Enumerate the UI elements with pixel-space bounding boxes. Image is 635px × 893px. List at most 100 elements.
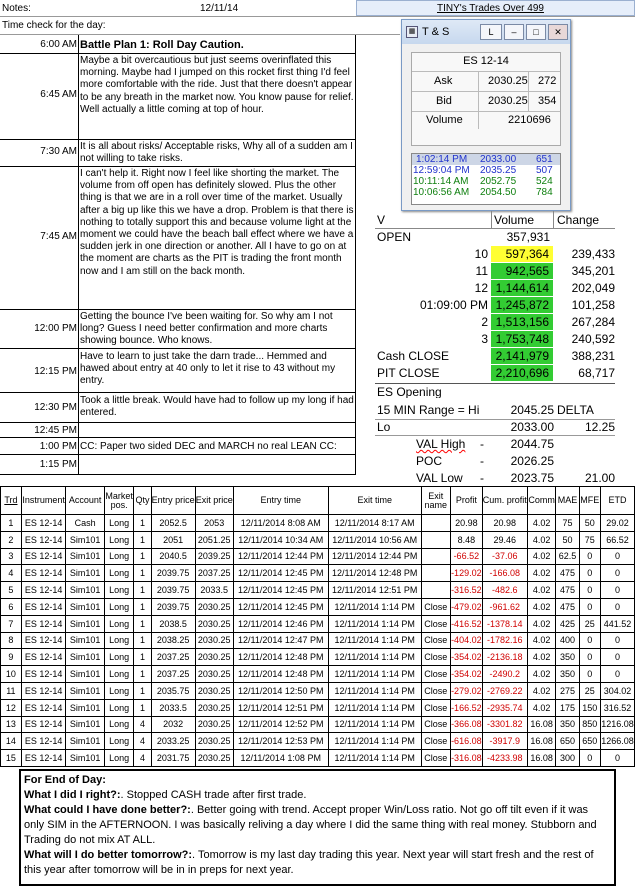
table-cell: ES 12-14 [20,547,67,566]
table-cell: ES 12-14 [20,530,67,549]
col-header[interactable]: Entry price [150,486,196,515]
table-cell: 4.02 [526,564,557,583]
table-cell: 50 [578,514,602,532]
table-cell [420,514,451,532]
table-cell: 12/11/2014 1:14 PM [327,597,422,616]
table-row[interactable]: 7 ES 12-14 Sim101 Long 1 2038.5 2030.25 12/11/2… [0,614,635,633]
table-row[interactable]: 8 ES 12-14 Sim101 Long 1 2038.25 2030.25 12/11/… [0,631,635,650]
table-cell: 2039.75 [150,581,196,599]
vol-row-volume: 1,513,156 [491,314,553,330]
table-cell: 1 [133,581,152,599]
table-cell: Long [103,597,135,616]
table-row[interactable]: 12 ES 12-14 Sim101 Long 1 2033.5 2030.25 12/11/… [0,698,635,717]
table-cell: 14 [0,732,22,751]
note-time: 12:00 PM [34,323,77,334]
table-cell: 12/11/2014 8:08 AM [232,514,329,532]
table-row[interactable]: 9 ES 12-14 Sim101 Long 1 2037.25 2030.25 12/11/… [0,648,635,667]
table-cell: 12/11/2014 1:08 PM [232,749,329,767]
table-row[interactable]: 13 ES 12-14 Sim101 Long 4 2032 2030.25 12/11/20… [0,715,635,734]
note-text: Battle Plan 1: Roll Day Caution. [80,39,244,51]
table-cell: 75 [578,530,602,549]
table-cell: Long [103,648,135,667]
table-cell: 0 [600,749,635,767]
table-cell: 0 [600,547,635,566]
table-row[interactable]: 10 ES 12-14 Sim101 Long 1 2037.25 2030.25 12/11… [0,665,635,683]
table-cell [420,530,451,549]
table-cell: Sim101 [65,698,105,717]
table-cell: Sim101 [65,564,105,583]
table-row[interactable]: 1 ES 12-14 Cash Long 1 2052.5 2053 12/11/2014 8… [0,514,635,532]
ask-size: 272 [538,75,557,87]
table-cell: -961.62 [481,597,528,616]
col-header[interactable]: Entry time [232,486,329,515]
table-row[interactable]: 3 ES 12-14 Sim101 Long 1 2040.5 2039.25 12/11/2… [0,547,635,566]
table-cell: 2030.25 [194,732,234,751]
table-cell: 1 [133,698,152,717]
table-cell: -2490.2 [481,665,528,683]
table-cell: 2033.5 [150,698,196,717]
table-cell: 2051.25 [194,530,234,549]
table-row[interactable]: 5 ES 12-14 Sim101 Long 1 2039.75 2033.5 12/11/2… [0,581,635,599]
col-header[interactable]: Exit name [420,486,451,515]
table-cell: 1 [133,631,152,650]
col-header[interactable]: Profit [449,486,483,515]
col-header[interactable]: Comm [526,486,557,515]
col-header[interactable]: MFE [578,486,602,515]
table-cell: ES 12-14 [20,715,67,734]
table-cell: 12/11/2014 12:52 PM [232,715,329,734]
table-row[interactable]: 6 ES 12-14 Sim101 Long 1 2039.75 2030.25 12/11/… [0,597,635,616]
table-cell: -479.02 [449,597,483,616]
table-cell: 400 [555,631,580,650]
time-and-sales-window[interactable]: ▦ T & S L – □ ✕ ES 12-14 Ask 2030.25 272… [401,19,571,211]
table-row[interactable]: 2 ES 12-14 Sim101 Long 1 2051 2051.25 12/11/201… [0,530,635,549]
open-label: OPEN [377,230,412,244]
maximize-icon[interactable]: □ [526,24,546,40]
delta-value: 12.25 [584,420,615,434]
table-cell: 1 [133,648,152,667]
col-header[interactable]: Qty [133,486,152,515]
table-cell: Sim101 [65,547,105,566]
col-header[interactable]: Cum. profit [481,486,528,515]
table-cell: -4233.98 [481,749,528,767]
table-cell: ES 12-14 [20,749,67,767]
table-cell: 1266.08 [600,732,635,751]
ts-prints-list[interactable]: 1:02:14 PM 2033.00 651 12:59:04 PM 2035.… [411,153,561,205]
table-row[interactable]: 14 ES 12-14 Sim101 Long 4 2033.25 2030.25 12/11… [0,732,635,751]
col-header[interactable]: Trd [0,486,22,515]
minimize-icon[interactable]: – [504,24,524,40]
table-row[interactable]: 11 ES 12-14 Sim101 Long 1 2035.75 2030.25 12/11… [0,681,635,700]
table-cell: 1 [0,514,22,532]
es-opening-label: ES Opening [377,386,442,398]
val-high: 2044.75 [510,437,554,451]
table-cell: 12/11/2014 12:47 PM [232,631,329,650]
table-row[interactable]: 4 ES 12-14 Sim101 Long 1 2039.75 2037.25 12/11/… [0,564,635,583]
table-cell: -129.02 [449,564,483,583]
table-cell: 29.46 [481,530,528,549]
ts-link-button[interactable]: L [480,24,502,40]
notes-label: Notes: [2,3,31,14]
table-cell: 25 [578,681,602,700]
val-low: 2023.75 [510,471,554,485]
col-header[interactable]: Market pos. [103,486,135,515]
col-header[interactable]: ETD [600,486,635,515]
table-cell: 175 [555,698,580,717]
close-icon[interactable]: ✕ [548,24,568,40]
table-cell: 475 [555,581,580,599]
eod-better: What could I have done better?:. Better … [24,804,597,846]
col-header[interactable]: Account [65,486,105,515]
ts-titlebar[interactable]: ▦ T & S L – □ ✕ [402,20,570,44]
table-cell: 4.02 [526,698,557,717]
col-header[interactable]: Exit time [327,486,422,515]
col-header[interactable]: Exit price [194,486,234,515]
table-cell: -166.08 [481,564,528,583]
col-header[interactable]: MAE [555,486,580,515]
table-cell: 16.08 [526,715,557,734]
table-row[interactable]: 15 ES 12-14 Sim101 Long 4 2031.75 2030.25 12/11… [0,749,635,767]
col-header[interactable]: Instrument [20,486,67,515]
poc-label: POC [416,454,443,468]
table-cell: Sim101 [65,681,105,700]
table-cell: 1 [133,530,152,549]
table-cell: 2033.25 [150,732,196,751]
ts-symbol: ES 12-14 [463,55,509,67]
table-cell: 12/11/2014 12:44 PM [232,547,329,566]
